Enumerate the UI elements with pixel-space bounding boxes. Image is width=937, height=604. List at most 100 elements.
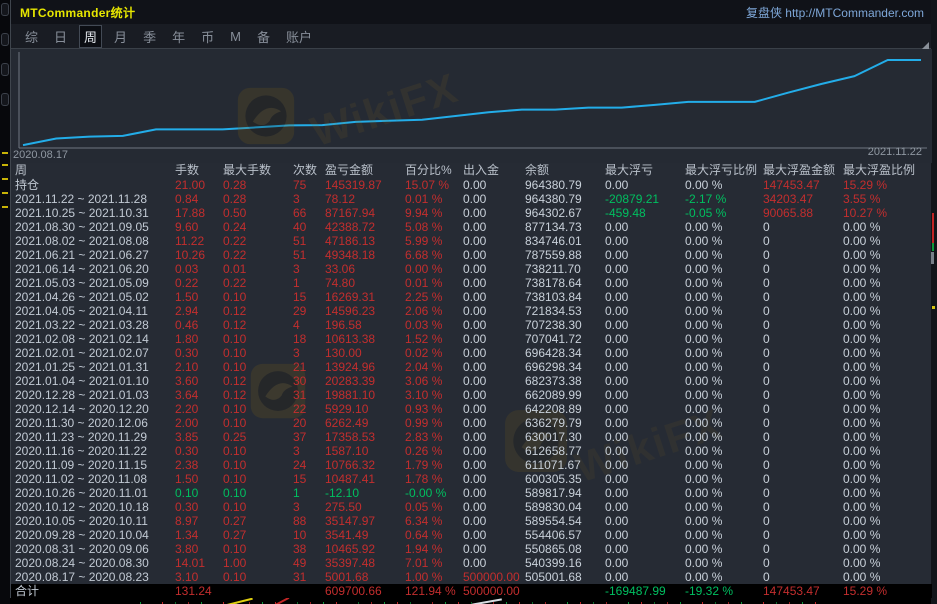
cell: 31 <box>289 388 321 402</box>
cell: 3.06 % <box>401 374 459 388</box>
cell: 964380.79 <box>521 192 601 206</box>
menu-tab-年[interactable]: 年 <box>168 25 189 48</box>
cell: 34203.47 <box>759 192 839 206</box>
table-row[interactable]: 2020.11.02 ~ 2020.11.081.500.101510487.4… <box>11 472 932 486</box>
cell: 0.01 <box>219 262 289 276</box>
table-row[interactable]: 2021.11.22 ~ 2021.11.280.840.28378.120.0… <box>11 192 932 206</box>
title-bar[interactable]: MTCommander统计 复盘侠 http://MTCommander.com <box>11 0 931 24</box>
cell: 0.00 <box>459 206 521 220</box>
cell: 0.00 % <box>681 500 759 514</box>
table-row[interactable]: 2020.10.05 ~ 2020.10.118.970.278835147.9… <box>11 514 932 528</box>
table-row[interactable]: 2021.06.21 ~ 2021.06.2710.260.225149348.… <box>11 248 932 262</box>
total-row[interactable]: 合计131.24609700.66121.94 %500000.00-16948… <box>11 584 932 598</box>
column-header[interactable]: 最大手数 <box>219 163 289 178</box>
cell: 74.80 <box>321 276 401 290</box>
cell: 540399.16 <box>521 556 601 570</box>
cell: -19.32 % <box>681 584 759 598</box>
menu-tab-季[interactable]: 季 <box>139 25 160 48</box>
row-label: 2020.09.28 ~ 2020.10.04 <box>11 528 171 542</box>
cell: 0.00 % <box>681 514 759 528</box>
cell: 1.79 % <box>401 458 459 472</box>
table-row[interactable]: 2021.06.14 ~ 2021.06.200.030.01333.060.0… <box>11 262 932 276</box>
table-row[interactable]: 2020.12.14 ~ 2020.12.202.200.10225929.10… <box>11 402 932 416</box>
column-header[interactable]: 周 <box>11 163 171 178</box>
row-label: 合计 <box>11 584 171 598</box>
table-row[interactable]: 2020.08.24 ~ 2020.08.3014.011.004935397.… <box>11 556 932 570</box>
table-row[interactable]: 2020.08.31 ~ 2020.09.063.800.103810465.9… <box>11 542 932 556</box>
table-row[interactable]: 2020.11.23 ~ 2020.11.293.850.253717358.5… <box>11 430 932 444</box>
cell: 0.00 <box>459 444 521 458</box>
cell: 630017.30 <box>521 430 601 444</box>
table-row[interactable]: 2021.10.25 ~ 2021.10.3117.880.506687167.… <box>11 206 932 220</box>
cell: 0.00 <box>601 402 681 416</box>
table-header-row: 周手数最大手数次数盈亏金额百分比%出入金余额最大浮亏最大浮亏比例最大浮盈金额最大… <box>11 163 932 178</box>
cell: 0.22 <box>171 276 219 290</box>
table-row[interactable]: 2021.03.22 ~ 2021.03.280.460.124196.580.… <box>11 318 932 332</box>
column-header[interactable]: 最大浮盈金额 <box>759 163 839 178</box>
row-label: 2020.10.12 ~ 2020.10.18 <box>11 500 171 514</box>
cell: 0.00 % <box>839 234 932 248</box>
menu-tab-M[interactable]: M <box>226 27 245 46</box>
cell: 0 <box>759 416 839 430</box>
table-row[interactable]: 2021.05.03 ~ 2021.05.090.220.22174.800.0… <box>11 276 932 290</box>
cell: 131.24 <box>171 584 219 598</box>
cell: 0.00 % <box>839 528 932 542</box>
table-row[interactable]: 2020.11.09 ~ 2020.11.152.380.102410766.3… <box>11 458 932 472</box>
menu-tab-综[interactable]: 综 <box>21 25 42 48</box>
cell: 0.10 <box>171 486 219 500</box>
column-header[interactable]: 次数 <box>289 163 321 178</box>
table-row[interactable]: 2021.01.04 ~ 2021.01.103.600.123020283.3… <box>11 374 932 388</box>
table-row[interactable]: 2020.10.12 ~ 2020.10.180.300.103275.500.… <box>11 500 932 514</box>
column-header[interactable]: 手数 <box>171 163 219 178</box>
table-row[interactable]: 持仓21.000.2875145319.8715.07 %0.00964380.… <box>11 178 932 192</box>
column-header[interactable]: 余额 <box>521 163 601 178</box>
table-row[interactable]: 2021.02.01 ~ 2021.02.070.300.103130.000.… <box>11 346 932 360</box>
cell: 0 <box>759 332 839 346</box>
column-header[interactable]: 最大浮盈比例 <box>839 163 932 178</box>
cell: 505001.68 <box>521 570 601 584</box>
menu-tab-月[interactable]: 月 <box>110 25 131 48</box>
menu-tab-备[interactable]: 备 <box>253 25 274 48</box>
cell: 738103.84 <box>521 290 601 304</box>
table-row[interactable]: 2021.08.30 ~ 2021.09.059.600.244042388.7… <box>11 220 932 234</box>
menu-tab-日[interactable]: 日 <box>50 25 71 48</box>
cell: 0 <box>759 262 839 276</box>
cell: 0.00 <box>459 304 521 318</box>
table-row[interactable]: 2020.11.30 ~ 2020.12.062.000.10206262.49… <box>11 416 932 430</box>
cell: 66 <box>289 206 321 220</box>
cell: 2.38 <box>171 458 219 472</box>
brand-link[interactable]: 复盘侠 http://MTCommander.com <box>746 4 924 21</box>
cell: 3.55 % <box>839 192 932 206</box>
menu-tab-账户[interactable]: 账户 <box>282 25 316 48</box>
cell: 90065.88 <box>759 206 839 220</box>
column-header[interactable]: 盈亏金额 <box>321 163 401 178</box>
table-row[interactable]: 2021.01.25 ~ 2021.01.312.100.102113924.9… <box>11 360 932 374</box>
table-row[interactable]: 2020.12.28 ~ 2021.01.033.640.123119881.1… <box>11 388 932 402</box>
column-header[interactable]: 最大浮亏 <box>601 163 681 178</box>
column-header[interactable]: 百分比% <box>401 163 459 178</box>
column-header[interactable]: 最大浮亏比例 <box>681 163 759 178</box>
table-row[interactable]: 2021.08.02 ~ 2021.08.0811.220.225147186.… <box>11 234 932 248</box>
cell: 0.00 % <box>839 416 932 430</box>
cell: 0.00 % <box>681 304 759 318</box>
table-row[interactable]: 2020.11.16 ~ 2020.11.220.300.1031587.100… <box>11 444 932 458</box>
table-row[interactable]: 2020.09.28 ~ 2020.10.041.340.27103541.49… <box>11 528 932 542</box>
table-row[interactable]: 2020.10.26 ~ 2020.11.010.100.101-12.10-0… <box>11 486 932 500</box>
cell: 0.00 <box>459 360 521 374</box>
table-row[interactable]: 2021.04.05 ~ 2021.04.112.940.122914596.2… <box>11 304 932 318</box>
cell: 0.22 <box>219 234 289 248</box>
table-row[interactable]: 2021.04.26 ~ 2021.05.021.500.101516269.3… <box>11 290 932 304</box>
menu-tab-周[interactable]: 周 <box>79 25 102 48</box>
cell: 0.00 <box>459 542 521 556</box>
table-row[interactable]: 2021.02.08 ~ 2021.02.141.800.101810613.3… <box>11 332 932 346</box>
cell: 78.12 <box>321 192 401 206</box>
cell: 75 <box>289 178 321 192</box>
table-row[interactable]: 2020.08.17 ~ 2020.08.233.100.10315001.68… <box>11 570 932 584</box>
background-chart-mark <box>2 178 8 180</box>
cell: 609700.66 <box>321 584 401 598</box>
column-header[interactable]: 出入金 <box>459 163 521 178</box>
menu-tab-币[interactable]: 币 <box>197 25 218 48</box>
cell: 0.00 % <box>681 472 759 486</box>
background-candle-red <box>932 213 934 243</box>
cell: 1 <box>289 276 321 290</box>
